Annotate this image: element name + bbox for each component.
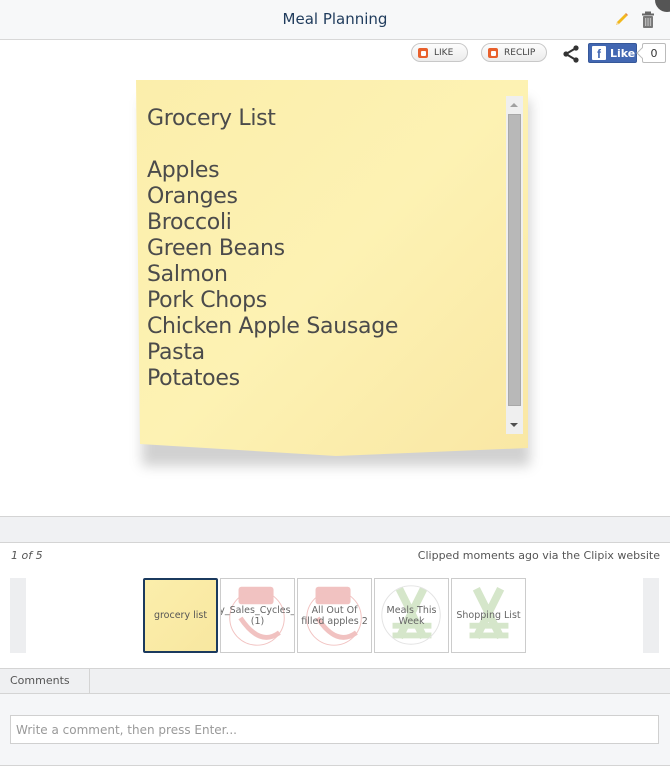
thumbnail-meals-this-week[interactable]: Meals This Week [374, 578, 449, 653]
pencil-icon[interactable] [613, 12, 629, 28]
tab-comments[interactable]: Comments [0, 669, 90, 694]
action-bar: LIKE RECLIP f Like 0 [0, 43, 670, 65]
reclip-label: RECLIP [504, 47, 536, 58]
trash-icon[interactable] [640, 11, 656, 29]
thumbnail-grocery-sales-pdf[interactable]: Grocery_Sales_Cycles_LROAB (1) [220, 578, 295, 653]
thumbnail-label: Meals This Week [386, 604, 437, 627]
thumbnail-grocery-list[interactable]: grocery list [143, 578, 218, 653]
comment-input[interactable] [10, 715, 659, 744]
facebook-icon: f [592, 46, 606, 60]
scroll-down-arrow-icon[interactable] [510, 423, 518, 427]
scrollbar-thumb[interactable] [508, 114, 521, 406]
reclip-icon [488, 47, 498, 58]
thumbnail-label: All Out Of filled apples 2 [301, 604, 368, 627]
carousel-prev-button[interactable] [10, 578, 26, 653]
facebook-like-count: 0 [642, 43, 666, 63]
carousel-next-button[interactable] [643, 578, 659, 653]
divider-band [0, 516, 670, 543]
thumbnail-shopping-list[interactable]: Shopping List [451, 578, 526, 653]
facebook-like-button[interactable]: f Like [588, 43, 637, 63]
thumbs-up-icon [418, 47, 428, 58]
page-title: Meal Planning [282, 10, 388, 28]
thumbnail-label: grocery list [153, 610, 208, 621]
note-text: Grocery List Apples Oranges Broccoli Gre… [147, 106, 399, 391]
facebook-like-label: Like [610, 46, 636, 60]
note-body: Grocery List Apples Oranges Broccoli Gre… [136, 80, 528, 456]
thumbnail-label: Grocery_Sales_Cycles_LROAB (1) [220, 604, 295, 627]
reclip-button[interactable]: RECLIP [481, 43, 547, 62]
item-counter: 1 of 5 [11, 549, 43, 562]
sticky-note: Grocery List Apples Oranges Broccoli Gre… [136, 80, 530, 466]
thumbnail-all-out-of-pdf[interactable]: All Out Of filled apples 2 [297, 578, 372, 653]
like-label: LIKE [434, 47, 454, 58]
like-button[interactable]: LIKE [411, 43, 468, 62]
comments-area [0, 694, 670, 766]
header: Meal Planning [0, 0, 670, 40]
share-icon[interactable] [561, 44, 581, 64]
clipped-info: Clipped moments ago via the Clipix websi… [417, 549, 660, 562]
thumbnail-label: Shopping List [456, 610, 521, 621]
scroll-up-arrow-icon[interactable] [510, 103, 518, 107]
note-scrollbar[interactable] [506, 96, 523, 434]
comments-tabbar: Comments [0, 668, 670, 694]
